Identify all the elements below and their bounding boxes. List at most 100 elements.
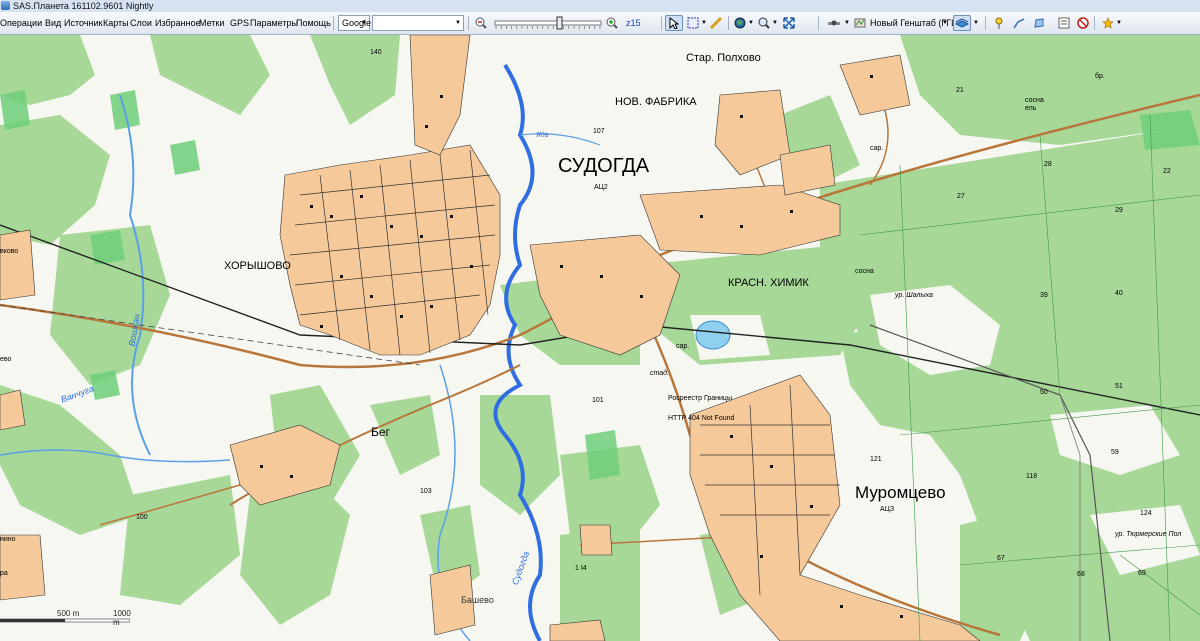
forest-quarter-number: 50 [1040, 389, 1048, 396]
chevron-down-icon[interactable]: ▼ [942, 17, 948, 29]
village-label-bashevo: Башево [461, 595, 494, 605]
menu-settings[interactable]: Параметры [250, 17, 298, 29]
forest-quarter-number: 39 [1040, 292, 1048, 299]
elevation-label: 103 [420, 488, 432, 495]
forest-quarter-number: 51 [1115, 383, 1123, 390]
edge-label: вково [0, 248, 19, 255]
zoom-level-label: z15 [626, 18, 641, 28]
elevation-label: 140 [370, 49, 382, 56]
placemark-list-button[interactable] [1055, 15, 1073, 31]
star-icon [1102, 17, 1114, 29]
forest-quarter-number: 22 [1163, 168, 1171, 175]
list-icon [1058, 17, 1070, 29]
separator [468, 16, 469, 30]
chevron-down-icon[interactable]: ▼ [748, 17, 754, 29]
map-label-atz: АЦЗ [880, 506, 895, 513]
edge-label: ра [0, 570, 8, 577]
chevron-down-icon[interactable]: ▼ [973, 17, 979, 29]
map-label-stadium: стад. [650, 370, 669, 377]
chevron-down-icon[interactable]: ▼ [844, 17, 850, 29]
elevation-label: 121 [870, 456, 882, 463]
add-path-button[interactable] [1010, 15, 1028, 31]
menu-source[interactable]: Источник [64, 17, 102, 29]
separator [728, 16, 729, 30]
village-label-khoryshovo: ХОРЫШОВО [224, 260, 291, 272]
elevation-label: 101 [592, 397, 604, 404]
map-label-tract: ур. Шалыха [895, 292, 933, 299]
layers-overlay-button[interactable] [953, 15, 971, 31]
chevron-down-icon[interactable]: ▼ [772, 17, 778, 29]
ruler-icon [710, 17, 722, 29]
zoom-slider-thumb [556, 16, 563, 30]
river-label-yada: Яда [536, 132, 549, 139]
map-label-tract: ур. Тюрмерские Пол [1115, 531, 1182, 538]
pointer-tool-button[interactable] [665, 15, 683, 31]
satellite-icon [828, 20, 840, 26]
pin-icon [995, 17, 1003, 29]
menu-gps[interactable]: GPS [230, 17, 249, 29]
village-label-nov-fabrika: НОВ. ФАБРИКА [615, 96, 697, 108]
add-polygon-button[interactable] [1030, 15, 1048, 31]
separator [818, 16, 819, 30]
menu-layers[interactable]: Слои [130, 17, 152, 29]
elevation-label: 100 [136, 514, 148, 521]
menu-operations[interactable]: Операции [0, 17, 42, 29]
hide-placemarks-button[interactable] [1074, 15, 1092, 31]
edge-label: ево [0, 356, 12, 363]
forest-quarter-number: 67 [997, 555, 1005, 562]
menu-help[interactable]: Помощь [296, 17, 331, 29]
map-source-select[interactable]: Google ▼ [338, 15, 371, 31]
forest-quarter-number: 21 [956, 87, 964, 94]
menu-favorites[interactable]: Избранное [155, 17, 201, 29]
menu-maps[interactable]: Карты [103, 17, 129, 29]
zoom-out-icon [475, 17, 487, 29]
forest-quarter-number: 29 [1115, 207, 1123, 214]
lake [695, 320, 731, 350]
layer-icon-button[interactable] [851, 15, 869, 31]
select-area-icon [687, 17, 699, 29]
search-button[interactable] [755, 15, 773, 31]
satellite-layers-button[interactable] [825, 15, 843, 31]
scale-label-500: 500 m [57, 609, 80, 618]
selection-tool-button[interactable] [684, 15, 702, 31]
menu-marks[interactable]: Метки [199, 17, 224, 29]
menu-view[interactable]: Вид [45, 17, 61, 29]
chevron-down-icon: ▼ [361, 20, 367, 26]
city-label-sudogda: СУДОГДА [558, 155, 650, 177]
village-label-beg: Бег [371, 425, 390, 439]
elevation-label: 107 [593, 128, 605, 135]
zoom-in-icon [606, 17, 618, 29]
forest-quarter-number: 59 [1111, 449, 1119, 456]
path-icon [1013, 18, 1025, 29]
separator [1094, 16, 1095, 30]
add-placemark-button[interactable] [990, 15, 1008, 31]
polygon-icon [1034, 18, 1044, 28]
fullscreen-button[interactable] [780, 15, 798, 31]
map-view[interactable]: СУДОГДА Муромцево ХОРЫШОВО НОВ. ФАБРИКА … [0, 34, 1200, 641]
overlay-error-404: HTTP 404 Not Found [668, 415, 735, 422]
favorites-button[interactable] [1099, 15, 1117, 31]
topographic-map [0, 34, 1200, 641]
forest-quarter-number: 68 [1077, 571, 1085, 578]
separator [333, 16, 334, 30]
globe-icon [734, 17, 746, 29]
map-label-forest-type: сосна ель [1025, 97, 1044, 112]
main-toolbar: Операции Вид Источник Карты Слои Избранн… [0, 12, 1200, 35]
separator [661, 16, 662, 30]
ruler-tool-button[interactable] [707, 15, 725, 31]
globe-button[interactable] [731, 15, 749, 31]
zoom-in-button[interactable] [603, 15, 621, 31]
separator [985, 16, 986, 30]
map-label-sar: сар. [870, 145, 884, 152]
zoom-out-button[interactable] [472, 15, 490, 31]
search-input[interactable]: ▼ [372, 15, 464, 31]
edge-label: нино [0, 536, 16, 543]
app-window: SAS.Планета 161102.9601 Nightly Операции… [0, 0, 1200, 641]
village-label-star-polkhovo: Стар. Полхово [686, 52, 761, 64]
forest-quarter-number: 27 [957, 193, 965, 200]
scale-bar: 500 m 1000 m [0, 609, 131, 627]
chevron-down-icon[interactable]: ▼ [1116, 17, 1122, 29]
expand-icon [783, 17, 795, 29]
window-title: SAS.Планета 161102.9601 Nightly [13, 1, 154, 11]
zoom-slider[interactable] [494, 15, 602, 31]
